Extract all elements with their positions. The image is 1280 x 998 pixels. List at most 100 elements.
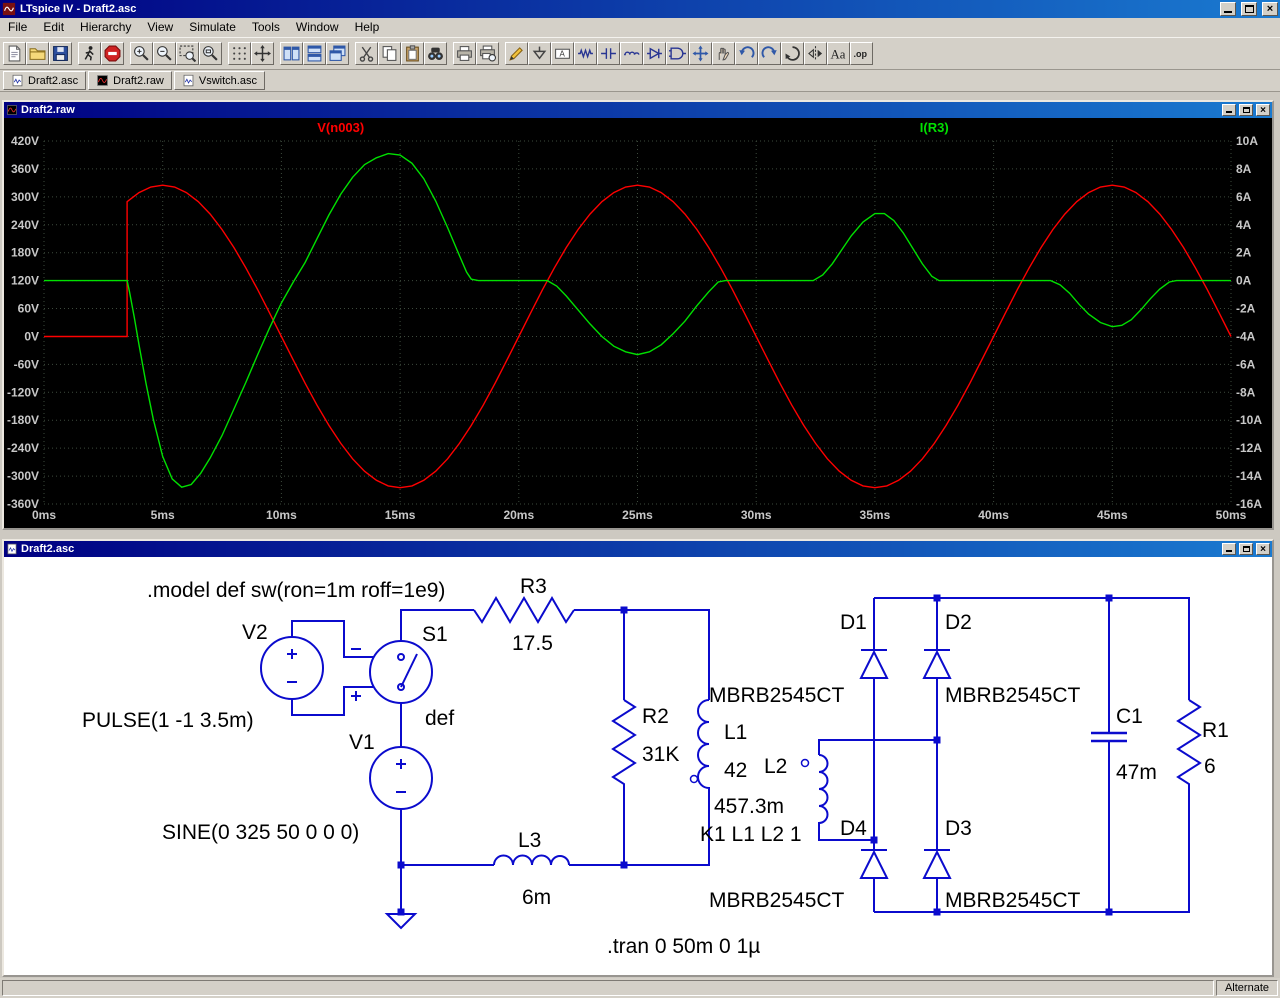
zoom-fit-button[interactable] [199,42,222,65]
label-d4[interactable]: D4 [840,817,867,840]
menu-tools[interactable]: Tools [244,19,288,36]
label-r1[interactable]: R1 [1202,719,1229,742]
asc-close-button[interactable]: × [1256,543,1270,555]
component-r2[interactable] [611,699,637,790]
label-d2[interactable]: D2 [945,611,972,634]
value-r2[interactable]: 31K [642,743,679,766]
trace-label-V(n003)[interactable]: V(n003) [317,120,364,135]
menu-window[interactable]: Window [288,19,347,36]
model-d1[interactable]: MBRB2545CT [709,684,845,707]
label-v1[interactable]: V1 [349,731,375,754]
ground-symbol[interactable] [384,913,418,930]
component-l3[interactable] [493,854,570,866]
component-c1[interactable] [1091,731,1127,743]
mirror-button[interactable] [804,42,827,65]
value-l2[interactable]: 457.3m [714,795,784,818]
component-v1[interactable] [369,746,433,810]
drag-button[interactable] [712,42,735,65]
cut-button[interactable] [355,42,378,65]
component-d3[interactable] [922,849,952,879]
menu-hierarchy[interactable]: Hierarchy [72,19,139,36]
raw-maximize-button[interactable] [1239,104,1253,116]
value-c1[interactable]: 47m [1116,761,1157,784]
menu-view[interactable]: View [139,19,181,36]
model-d4[interactable]: MBRB2545CT [709,889,845,912]
capacitor-button[interactable] [597,42,620,65]
resistor-button[interactable] [574,42,597,65]
directive-tran[interactable]: .tran 0 50m 0 1µ [607,935,760,958]
value-r1[interactable]: 6 [1204,755,1216,778]
menu-file[interactable]: File [0,19,35,36]
component-button[interactable] [666,42,689,65]
zoom-in-button[interactable] [130,42,153,65]
schematic-pane[interactable]: .model def sw(ron=1m roff=1e9) R3 17.5 V… [4,557,1272,975]
menu-simulate[interactable]: Simulate [181,19,244,36]
component-d2[interactable] [922,649,952,679]
diode-button[interactable] [643,42,666,65]
menu-edit[interactable]: Edit [35,19,72,36]
label-net-button[interactable] [551,42,574,65]
text-button[interactable] [827,42,850,65]
grid-button[interactable] [228,42,251,65]
waveform-pane[interactable]: 0ms 5ms 10ms 15ms 20ms 25ms 30ms 35ms 40ms 45ms 50… [4,118,1272,528]
print-preview-button[interactable] [476,42,499,65]
value-v1[interactable]: SINE(0 325 50 0 0 0) [162,821,359,844]
spice-directive-button[interactable] [850,42,873,65]
asc-titlebar[interactable]: Draft2.asc × [4,541,1272,557]
undo-button[interactable] [735,42,758,65]
component-v2[interactable] [260,636,324,700]
tab-draft2.asc[interactable]: Draft2.asc [3,71,87,90]
component-l1[interactable] [689,699,710,790]
raw-close-button[interactable]: × [1256,104,1270,116]
print-button[interactable] [453,42,476,65]
value-s1[interactable]: def [425,707,454,730]
cascade-button[interactable] [326,42,349,65]
component-l2[interactable] [800,754,829,825]
raw-titlebar[interactable]: Draft2.raw × [4,102,1272,118]
menu-help[interactable]: Help [347,19,388,36]
label-s1[interactable]: S1 [422,623,448,646]
rotate-button[interactable] [781,42,804,65]
label-r3[interactable]: R3 [520,575,547,598]
tab-draft2.raw[interactable]: Draft2.raw [88,71,172,90]
label-v2[interactable]: V2 [242,621,268,644]
value-r3[interactable]: 17.5 [512,632,553,655]
minimize-button[interactable] [1220,2,1236,16]
label-d1[interactable]: D1 [840,611,867,634]
component-d4[interactable] [859,849,889,879]
app-titlebar[interactable]: LTspice IV - Draft2.asc × [0,0,1280,18]
asc-minimize-button[interactable] [1222,543,1236,555]
label-l2[interactable]: L2 [764,755,787,778]
zoom-back-button[interactable] [153,42,176,65]
tile-horizontal-button[interactable] [303,42,326,65]
value-l3[interactable]: 6m [522,886,551,909]
copy-button[interactable] [378,42,401,65]
component-r1[interactable] [1176,699,1202,790]
halt-button[interactable] [101,42,124,65]
label-l1[interactable]: L1 [724,721,747,744]
k-statement[interactable]: K1 L1 L2 1 [700,823,802,846]
new-schematic-button[interactable] [3,42,26,65]
asc-window[interactable]: Draft2.asc × .model def sw(ron=1m roff=1… [2,539,1274,977]
schematic-canvas[interactable]: .model def sw(ron=1m roff=1e9) R3 17.5 V… [4,557,1272,975]
run-button[interactable] [78,42,101,65]
raw-window[interactable]: Draft2.raw × 0ms 5ms 10ms 15ms 20ms 25ms 30ms 3… [2,100,1274,530]
redo-button[interactable] [758,42,781,65]
find-button[interactable] [424,42,447,65]
tab-vswitch.asc[interactable]: Vswitch.asc [173,71,265,90]
value-l1[interactable]: 42 [724,759,747,782]
zoom-area-button[interactable] [176,42,199,65]
component-r3[interactable] [473,596,575,624]
label-l3[interactable]: L3 [518,829,541,852]
move-button[interactable] [689,42,712,65]
waveform-plot[interactable]: 0ms 5ms 10ms 15ms 20ms 25ms 30ms 35ms 40ms 45ms 50… [4,118,1272,528]
trace-label-I(R3)[interactable]: I(R3) [920,120,949,135]
raw-minimize-button[interactable] [1222,104,1236,116]
value-v2[interactable]: PULSE(1 -1 3.5m) [82,709,254,732]
inductor-button[interactable] [620,42,643,65]
component-s1[interactable] [351,640,433,704]
label-d3[interactable]: D3 [945,817,972,840]
label-c1[interactable]: C1 [1116,705,1143,728]
label-r2[interactable]: R2 [642,705,669,728]
model-d3[interactable]: MBRB2545CT [945,889,1081,912]
